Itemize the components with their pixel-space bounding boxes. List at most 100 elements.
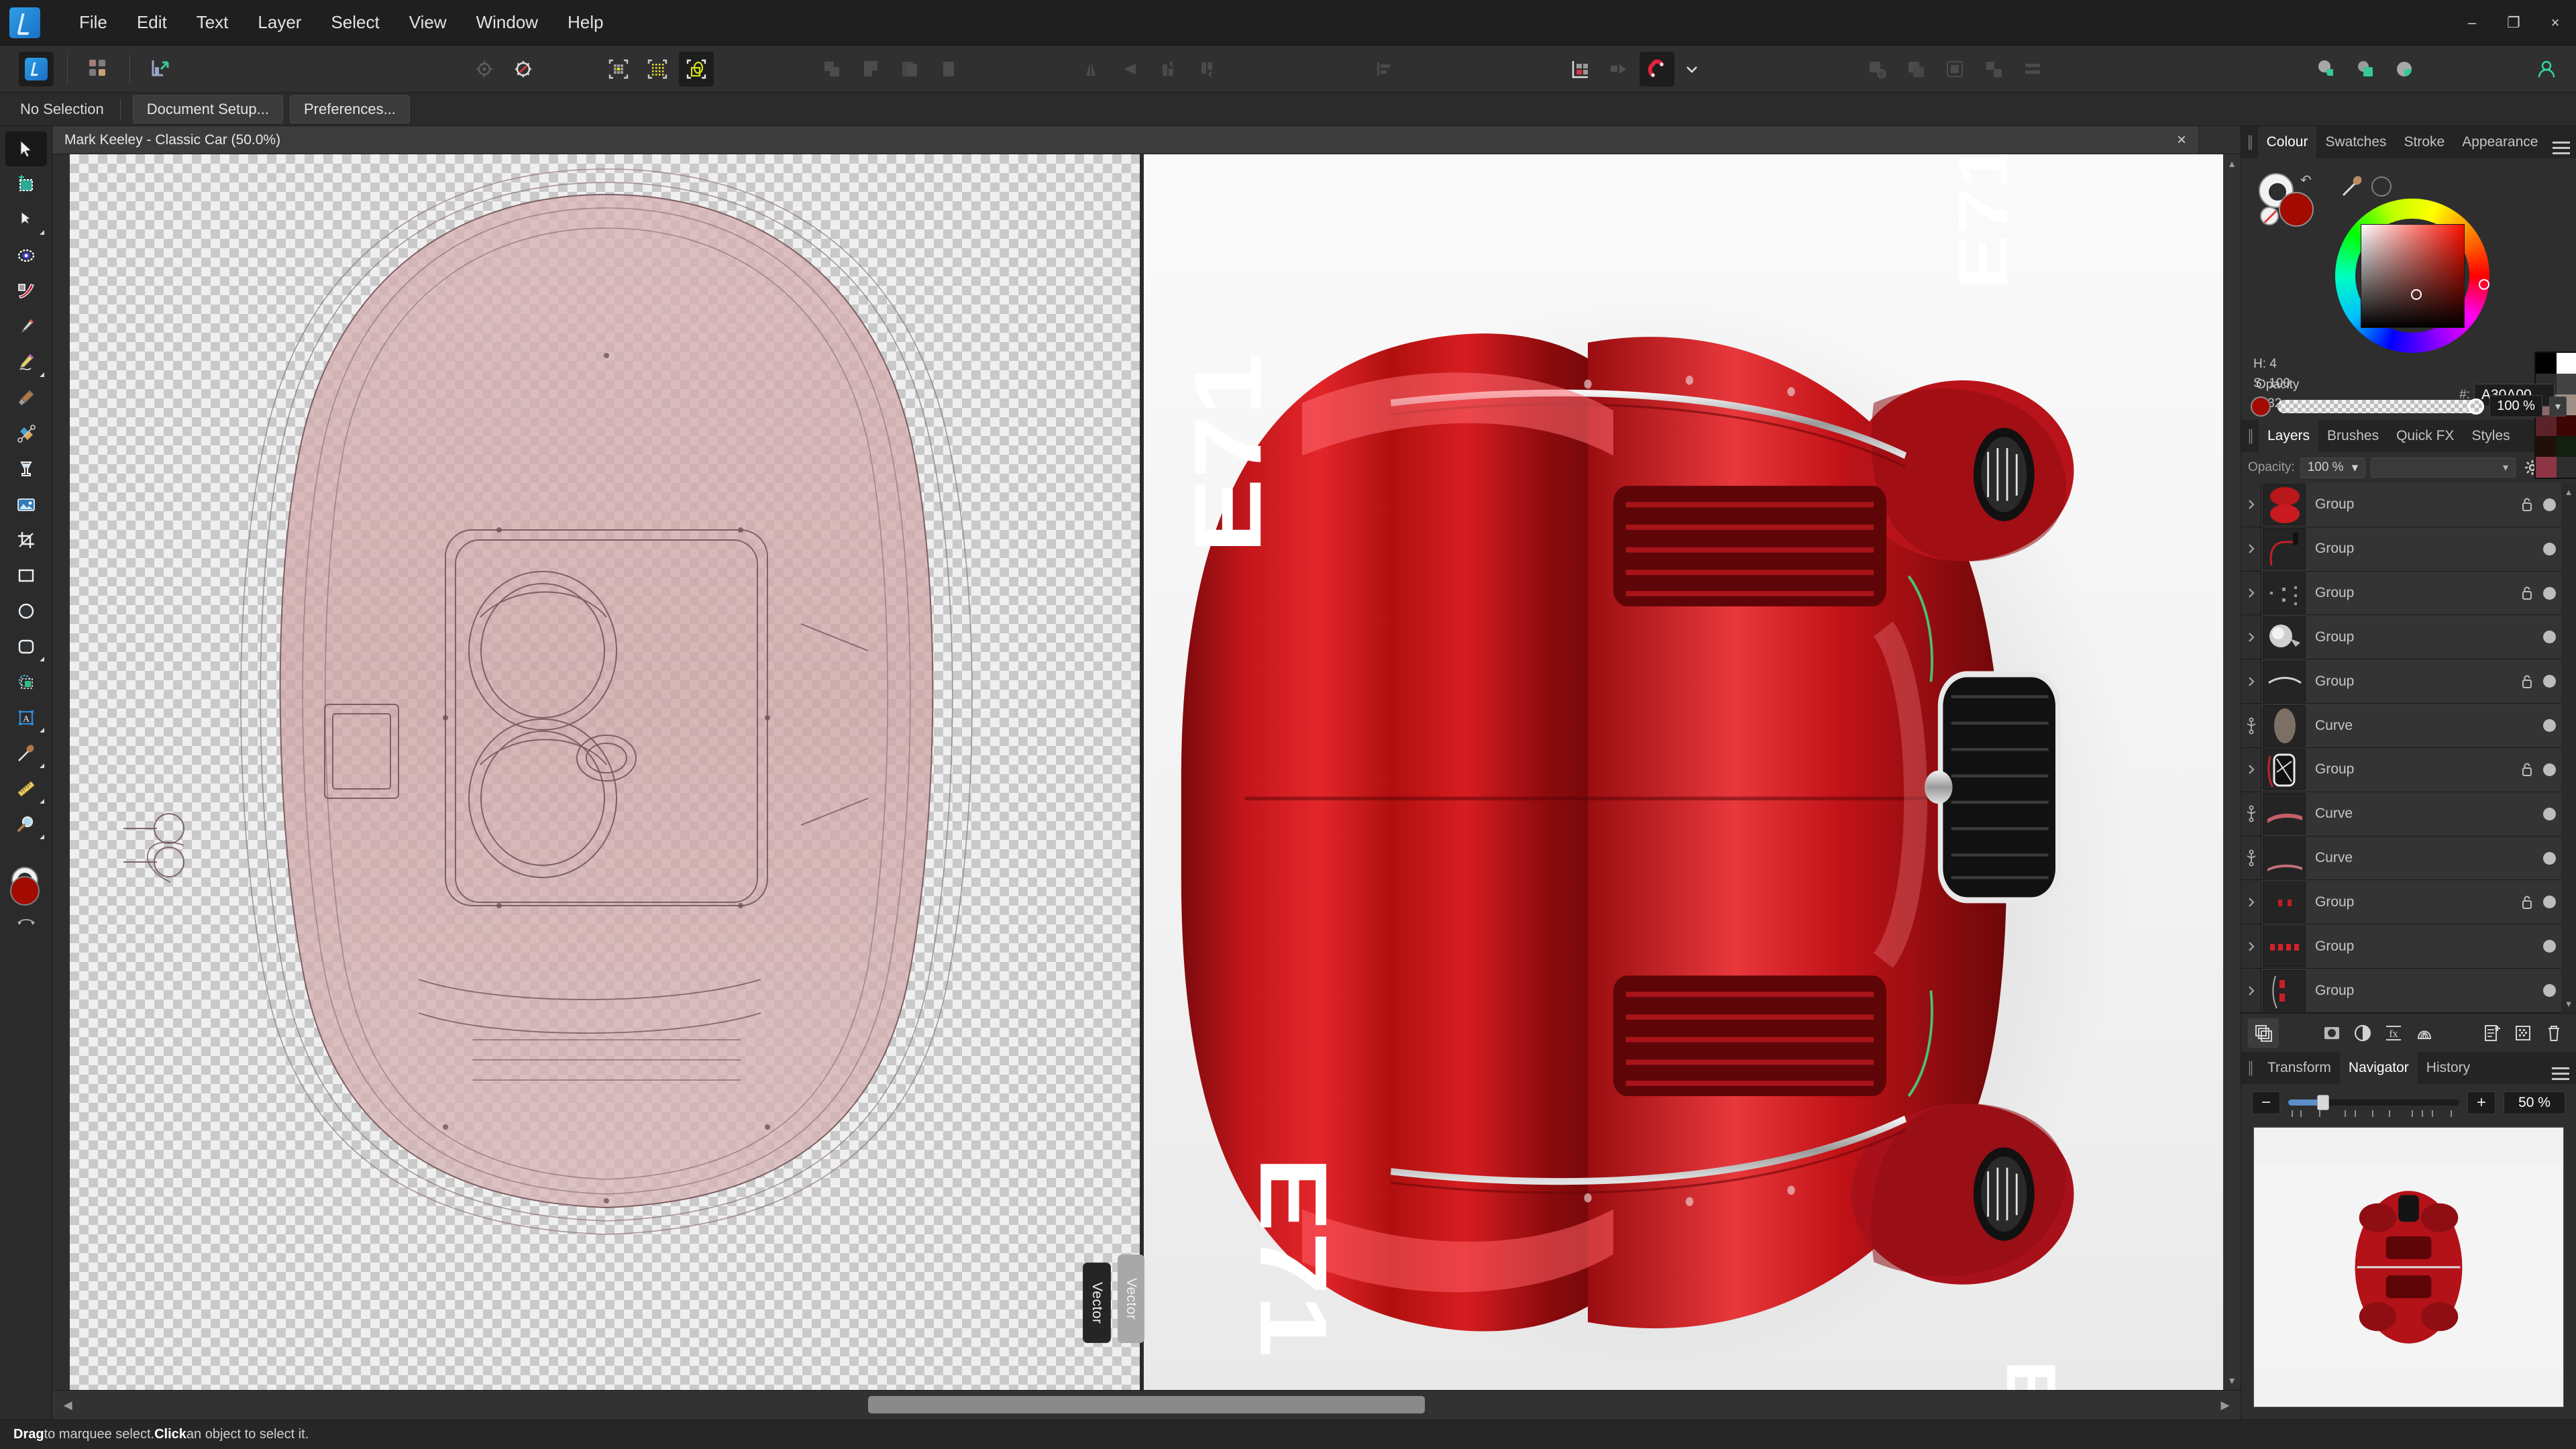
layers-scroll-down-icon[interactable]: ▼	[2565, 999, 2573, 1009]
tool-move[interactable]	[5, 131, 47, 166]
layer-effects-icon[interactable]	[2348, 52, 2383, 87]
horizontal-scrollbar[interactable]: ◀ ▶	[52, 1390, 2241, 1419]
curve-node-icon[interactable]	[2241, 704, 2261, 747]
zoom-value[interactable]: 50 %	[2504, 1091, 2565, 1114]
menu-view[interactable]: View	[394, 7, 462, 38]
tab-stroke[interactable]: Stroke	[2396, 126, 2454, 158]
tool-measure[interactable]	[5, 771, 47, 806]
fill-swatch[interactable]	[2279, 192, 2314, 227]
layer-lock-icon[interactable]	[2517, 674, 2537, 689]
swatch-8[interactable]	[2536, 436, 2557, 457]
hscroll-track[interactable]	[76, 1391, 2216, 1420]
hue-cursor[interactable]	[2479, 279, 2489, 290]
opacity-slider[interactable]	[2277, 400, 2483, 413]
layer-visibility-toggle[interactable]	[2537, 498, 2561, 511]
menu-edit[interactable]: Edit	[122, 7, 182, 38]
tab-swatches[interactable]: Swatches	[2316, 126, 2395, 158]
document-tab[interactable]: Mark Keeley - Classic Car (50.0%) ×	[52, 126, 2199, 154]
tool-rounded-rectangle[interactable]	[5, 629, 47, 664]
table-row[interactable]: Group	[2241, 748, 2561, 792]
panel-menu-icon[interactable]	[2546, 126, 2576, 158]
move-transform-icon[interactable]	[1601, 52, 1635, 87]
layer-visibility-toggle[interactable]	[2537, 808, 2561, 820]
layer-visibility-toggle[interactable]	[2537, 984, 2561, 997]
tab-layers[interactable]: Layers	[2259, 420, 2318, 452]
mask-icon[interactable]	[2316, 1018, 2347, 1048]
hscroll-thumb[interactable]	[868, 1396, 1424, 1413]
minimize-button[interactable]: –	[2451, 0, 2493, 46]
tool-fill[interactable]	[5, 451, 47, 486]
add-object-icon[interactable]	[1860, 52, 1894, 87]
menu-help[interactable]: Help	[553, 7, 618, 38]
canvas-surface[interactable]: E71 E71 E71 E71	[70, 154, 2223, 1390]
group-icon[interactable]	[1937, 52, 1972, 87]
layer-visibility-toggle[interactable]	[2537, 896, 2561, 908]
layers-scrollbar[interactable]: ▲ ▼	[2561, 483, 2576, 1013]
vertical-scrollbar[interactable]: ▲ ▼	[2223, 154, 2241, 1390]
table-row[interactable]: Group	[2241, 527, 2561, 572]
subtract-shape-icon[interactable]	[853, 52, 888, 87]
tool-corner[interactable]	[5, 238, 47, 273]
layer-lock-icon[interactable]	[2517, 895, 2537, 910]
assistant-icon[interactable]	[467, 52, 502, 87]
table-row[interactable]: Group	[2241, 615, 2561, 659]
intersect-shape-icon[interactable]	[892, 52, 927, 87]
table-row[interactable]: Group	[2241, 659, 2561, 704]
curve-node-icon[interactable]	[2241, 837, 2261, 880]
flip-horizontal-icon[interactable]	[1073, 52, 1108, 87]
rotate-right-icon[interactable]	[1190, 52, 1225, 87]
tool-rectangle[interactable]	[5, 558, 47, 593]
curve-node-icon[interactable]	[2241, 792, 2261, 836]
scroll-left-icon[interactable]: ◀	[59, 1399, 76, 1412]
table-row[interactable]: Group	[2241, 572, 2561, 616]
swatch-1[interactable]	[2557, 353, 2576, 374]
chevron-right-icon[interactable]	[2241, 572, 2261, 615]
layer-visibility-toggle[interactable]	[2537, 631, 2561, 643]
layer-visibility-toggle[interactable]	[2537, 587, 2561, 600]
order-icon[interactable]	[2015, 52, 2050, 87]
panel-grip[interactable]: ║	[2241, 126, 2258, 158]
table-row[interactable]: Group	[2241, 969, 2561, 1013]
rotate-left-icon[interactable]	[1151, 52, 1186, 87]
designer-persona-icon[interactable]	[19, 52, 54, 87]
layers-panel-grip[interactable]: ║	[2241, 420, 2259, 452]
swatch-7[interactable]	[2557, 415, 2576, 436]
split-label-right[interactable]: Vector	[1118, 1254, 1144, 1343]
grid-axis-icon[interactable]	[1562, 52, 1597, 87]
show-grid-icon[interactable]	[601, 52, 636, 87]
tool-vector-crop[interactable]	[5, 665, 47, 700]
layer-visibility-toggle[interactable]	[2537, 940, 2561, 953]
tool-ellipse[interactable]	[5, 594, 47, 629]
tool-paint-brush[interactable]	[5, 416, 47, 451]
swap-fill-stroke-icon[interactable]	[5, 912, 47, 932]
tool-place-image[interactable]	[5, 487, 47, 522]
navigator-preview[interactable]	[2253, 1127, 2564, 1407]
layer-lock-icon[interactable]	[2517, 586, 2537, 600]
layer-visibility-toggle[interactable]	[2537, 675, 2561, 688]
no-colour-swatch[interactable]	[2260, 207, 2279, 225]
pixel-persona-icon[interactable]	[81, 52, 116, 87]
fill-stroke-control[interactable]: ↶	[2259, 173, 2320, 227]
adjustment-icon[interactable]	[2347, 1018, 2378, 1048]
layer-visibility-toggle[interactable]	[2537, 543, 2561, 555]
tool-node[interactable]	[5, 203, 47, 237]
flip-vertical-icon[interactable]	[1112, 52, 1147, 87]
table-row[interactable]: Curve	[2241, 704, 2561, 748]
table-row[interactable]: Curve	[2241, 792, 2561, 837]
chevron-right-icon[interactable]	[2241, 969, 2261, 1012]
chevron-right-icon[interactable]	[2241, 748, 2261, 792]
swatch-10[interactable]	[2536, 457, 2557, 478]
chevron-right-icon[interactable]	[2241, 615, 2261, 659]
tool-artboard[interactable]	[5, 167, 47, 202]
pie-shape-icon[interactable]	[2387, 52, 2422, 87]
table-row[interactable]: Group	[2241, 483, 2561, 527]
menu-text[interactable]: Text	[182, 7, 244, 38]
close-button[interactable]: ×	[2534, 0, 2576, 46]
navigator-panel-grip[interactable]: ║	[2241, 1052, 2259, 1084]
layer-visibility-toggle[interactable]	[2537, 852, 2561, 865]
split-label-left[interactable]: Vector	[1083, 1263, 1111, 1343]
chevron-right-icon[interactable]	[2241, 659, 2261, 703]
menu-file[interactable]: File	[64, 7, 122, 38]
tab-history[interactable]: History	[2418, 1052, 2479, 1084]
tool-colour-picker[interactable]	[5, 736, 47, 771]
